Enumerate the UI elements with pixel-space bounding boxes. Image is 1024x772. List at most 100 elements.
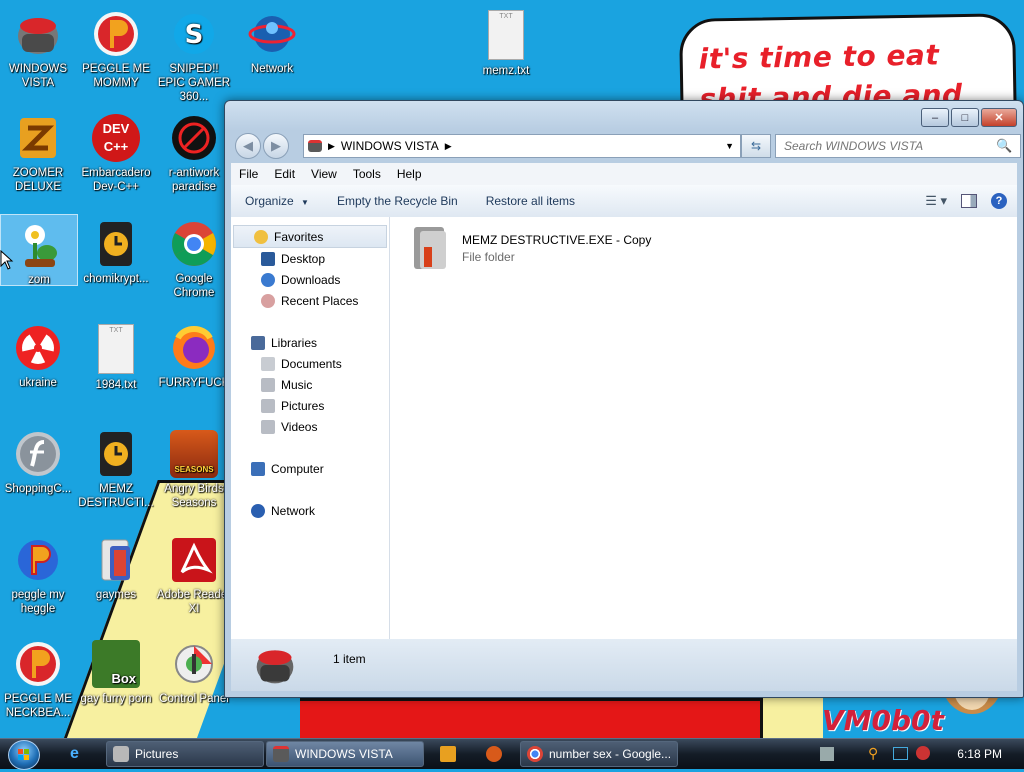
desktop-icon-chomikrypt[interactable]: chomikrypt... [78,214,154,310]
taskbar-task-chrome[interactable]: number sex - Google... [520,741,678,767]
back-button[interactable]: ◀ [235,133,261,159]
recycle-bin-icon [14,10,62,58]
address-bar[interactable]: ▶ WINDOWS VISTA ▶ ▼ [303,134,741,158]
nav-network[interactable]: Network [231,500,389,521]
empty-recycle-bin-button[interactable]: Empty the Recycle Bin [323,194,472,208]
help-icon[interactable]: ? [991,193,1007,209]
nav-recent-places[interactable]: Recent Places [231,290,389,311]
nav-libraries[interactable]: Libraries [231,332,389,353]
videos-icon [261,419,275,434]
desktop-icon-windows-vista[interactable]: WINDOWS VISTA [0,4,76,100]
back-arrow-icon: ◀ [243,138,253,153]
taskbar-clock[interactable]: 6:18 PM [957,747,1002,761]
tray-volume-icon[interactable] [916,746,930,760]
nav-documents[interactable]: Documents [231,353,389,374]
desktop-icon-angry-birds-seasons[interactable]: SEASONS Angry Birds Seasons [156,424,232,520]
wallpaper-watermark: VM0b0t [822,704,944,737]
internet-explorer-icon[interactable]: e [70,745,79,763]
documents-icon [261,356,275,371]
search-input[interactable] [782,138,996,154]
desktop-icon-zoomer-deluxe[interactable]: ZOOMER DELUXE [0,108,76,204]
nav-music[interactable]: Music [231,374,389,395]
nav-videos[interactable]: Videos [231,416,389,437]
desktop-icon-dev-cpp[interactable]: DEV C++ Embarcadero Dev-C++ [78,108,154,204]
desktop-icon-peggle-me-neckbeard[interactable]: PEGGLE ME NECKBEA... [0,634,76,730]
start-button[interactable] [8,740,40,770]
music-icon [261,377,275,392]
desktop-icon-google-chrome[interactable]: Google Chrome [156,214,232,310]
address-dropdown-icon[interactable]: ▼ [725,141,734,151]
restore-all-items-button[interactable]: Restore all items [472,194,589,208]
media-player-icon[interactable] [440,746,456,762]
nav-desktop[interactable]: Desktop [231,248,389,269]
desktop-icon-ukraine[interactable]: ukraine [0,318,76,414]
desktop-icon-adobe-reader[interactable]: Adobe Reader XI [156,530,232,626]
minimize-icon: – [931,111,939,124]
menu-tools[interactable]: Tools [345,167,389,181]
desktop-icon-memz-txt[interactable]: TXT memz.txt [468,4,544,100]
menu-help[interactable]: Help [389,167,430,181]
radiation-icon [14,324,62,372]
search-icon[interactable]: 🔍 [996,138,1012,154]
view-options-icon[interactable]: ☰ ▾ [925,193,947,209]
maximize-button[interactable]: □ [951,108,979,127]
forward-arrow-icon: ▶ [271,138,281,153]
menu-edit[interactable]: Edit [266,167,303,181]
file-list: MEMZ DESTRUCTIVE.EXE - Copy File folder [390,217,1017,639]
menu-view[interactable]: View [303,167,345,181]
close-icon: ✕ [994,112,1004,124]
address-path[interactable]: WINDOWS VISTA [341,139,439,153]
pictures-folder-icon [113,746,129,762]
peggle-icon [14,536,62,584]
organize-button[interactable]: Organize ▼ [231,194,323,208]
firefox-icon [170,324,218,372]
computer-icon [251,461,265,476]
file-item[interactable]: MEMZ DESTRUCTIVE.EXE - Copy File folder [410,225,651,271]
star-icon [254,229,268,244]
desktop-icon-network[interactable]: Network [234,4,310,100]
mouse-cursor-icon [0,250,14,270]
minimize-button[interactable]: – [921,108,949,127]
desktop-icon-control-panel[interactable]: Control Panel [156,634,232,730]
desktop-icon-peggle-my-heggle[interactable]: peggle my heggle [0,530,76,626]
pictures-icon [261,398,275,413]
nav-downloads[interactable]: Downloads [231,269,389,290]
taskbar-task-pictures[interactable]: Pictures [106,741,264,767]
flash-icon [14,430,62,478]
text-file-icon: TXT [98,324,134,374]
explorer-window[interactable]: – □ ✕ ◀ ▶ ▶ WINDOWS VISTA ▶ ▼ ⇆ 🔍 File E… [224,100,1024,698]
nav-pictures[interactable]: Pictures [231,395,389,416]
refresh-button[interactable]: ⇆ [741,134,771,158]
desktop-icon-furryfuck[interactable]: FURRYFUCK [156,318,232,414]
hourglass-icon [92,220,140,268]
tray-search-icon[interactable]: ⚲ [868,745,878,762]
tray-icon[interactable] [820,747,834,761]
desktop-icon-shopping[interactable]: ShoppingC... [0,424,76,520]
desktop-icon-gay-furry-porn[interactable]: Box gay furry porn [78,634,154,730]
menu-file[interactable]: File [231,167,266,181]
taskbar: e Pictures WINDOWS VISTA number sex - Go… [0,738,1024,770]
desktop-icon-gaymes[interactable]: gaymes [78,530,154,626]
desktop-icon-memz-destructive[interactable]: MEMZ DESTRUCTI... [78,424,154,520]
desktop-icon-1984-txt[interactable]: TXT 1984.txt [78,318,154,414]
preview-pane-icon[interactable] [961,194,977,208]
close-button[interactable]: ✕ [981,108,1017,127]
nav-computer[interactable]: Computer [231,458,389,479]
taskbar-task-windows-vista[interactable]: WINDOWS VISTA [266,741,424,767]
breadcrumb-arrow-icon: ▶ [444,140,452,151]
desktop-icon-sniped[interactable]: S SNIPED!! EPIC GAMER 360... [156,4,232,103]
network-globe-icon [248,10,296,58]
chrome-icon [170,220,218,268]
desktop-icon-peggle-me-mommy[interactable]: PEGGLE ME MOMMY [78,4,154,100]
forward-button[interactable]: ▶ [263,133,289,159]
nav-favorites[interactable]: Favorites [233,225,387,248]
tray-display-icon[interactable] [893,747,908,760]
antiwork-icon [170,114,218,162]
peggle-icon [14,640,62,688]
desktop-icon-r-antiwork[interactable]: r-antiwork paradise [156,108,232,204]
search-box[interactable]: 🔍 [775,134,1021,158]
app-pinned-icon[interactable] [486,746,502,762]
toolbar-right: ☰ ▾ ? [925,193,1017,209]
downloads-icon [261,272,275,287]
chevron-down-icon: ▼ [301,198,309,207]
